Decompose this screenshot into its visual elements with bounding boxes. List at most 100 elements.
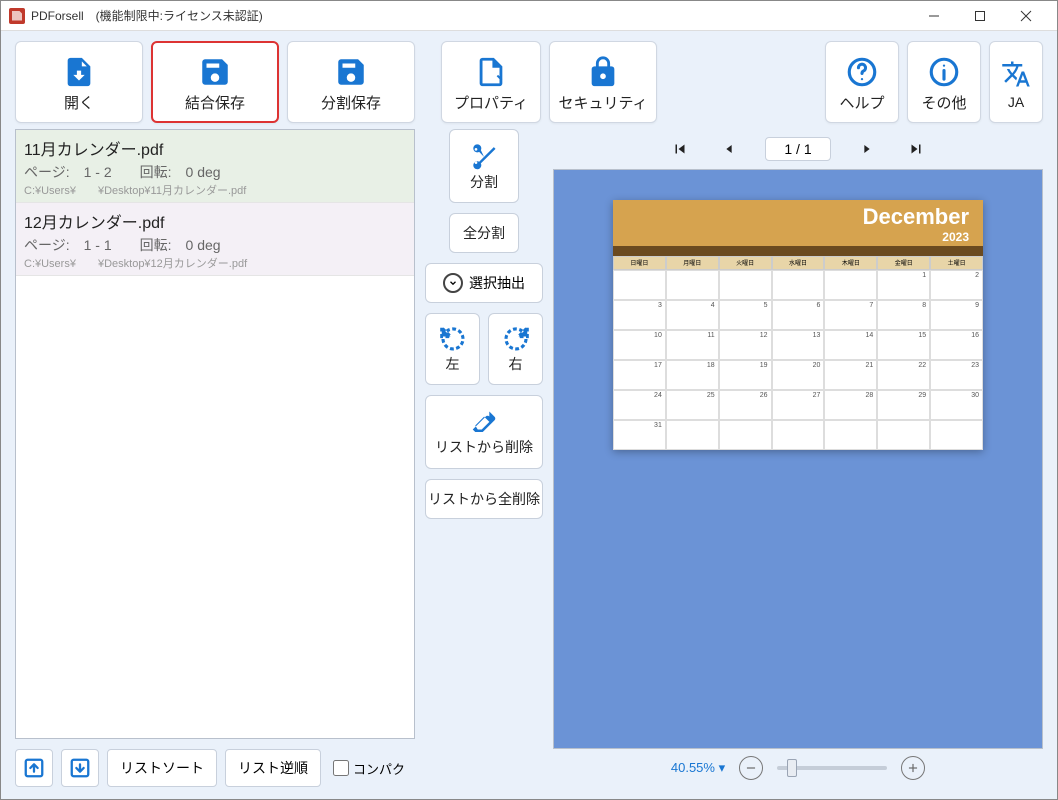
property-button[interactable]: プロパティ [441, 41, 541, 123]
calendar-cell [824, 270, 877, 300]
prev-page-button[interactable] [717, 137, 741, 161]
remove-all-button[interactable]: リストから全削除 [425, 479, 543, 519]
page-navigation: 1 / 1 [553, 129, 1043, 169]
remove-all-label: リストから全削除 [428, 489, 540, 509]
calendar-cell [719, 420, 772, 450]
lock-icon [586, 54, 620, 90]
calendar-cell: 4 [666, 300, 719, 330]
translate-icon [1001, 56, 1031, 92]
calendar-cell: 14 [824, 330, 877, 360]
file-item[interactable]: 11月カレンダー.pdf ページ: 1 - 2 回転: 0 deg C:¥Use… [16, 130, 414, 203]
calendar-header: December 2023 [613, 200, 983, 246]
calendar-month: December [627, 204, 969, 230]
help-label: ヘルプ [839, 92, 884, 113]
move-up-button[interactable] [15, 749, 53, 787]
calendar-cell [666, 270, 719, 300]
last-page-button[interactable] [903, 136, 929, 162]
calendar-year: 2023 [627, 230, 969, 244]
remove-from-list-button[interactable]: リストから削除 [425, 395, 543, 469]
titlebar: PDForsell (機能制限中:ライセンス未認証) [1, 1, 1057, 31]
next-page-button[interactable] [855, 137, 879, 161]
rotate-left-label: 左 [446, 354, 460, 374]
calendar-cell: 9 [930, 300, 983, 330]
file-name: 12月カレンダー.pdf [24, 209, 406, 233]
rotate-left-icon [438, 324, 468, 354]
file-path: C:¥Users¥ ¥Desktop¥12月カレンダー.pdf [24, 255, 406, 271]
calendar-day-header: 木曜日 [824, 256, 877, 270]
merge-save-button[interactable]: 結合保存 [151, 41, 279, 123]
app-icon [9, 8, 25, 24]
compact-checkbox[interactable]: コンパク [333, 759, 405, 778]
list-sort-button[interactable]: リストソート [107, 749, 217, 787]
calendar-cell: 7 [824, 300, 877, 330]
calendar-cell: 5 [719, 300, 772, 330]
calendar-cell: 31 [613, 420, 666, 450]
split-label: 分割 [470, 172, 498, 192]
zoom-out-button[interactable] [739, 756, 763, 780]
help-button[interactable]: ヘルプ [825, 41, 899, 123]
first-page-button[interactable] [667, 136, 693, 162]
rotate-left-button[interactable]: 左 [425, 313, 480, 385]
calendar-day-header: 月曜日 [666, 256, 719, 270]
close-button[interactable] [1003, 1, 1049, 31]
calendar-cell [824, 420, 877, 450]
preview-pane[interactable]: December 2023 日曜日月曜日火曜日水曜日木曜日金曜日土曜日12345… [553, 169, 1043, 749]
calendar-cell: 21 [824, 360, 877, 390]
select-extract-label: 選択抽出 [469, 273, 525, 293]
zoom-slider[interactable] [777, 766, 887, 770]
zoom-value[interactable]: 40.55% ▾ [671, 760, 725, 776]
calendar-cell: 23 [930, 360, 983, 390]
rotate-right-icon [501, 324, 531, 354]
zoom-slider-thumb[interactable] [787, 759, 797, 777]
calendar-cell: 29 [877, 390, 930, 420]
other-button[interactable]: その他 [907, 41, 981, 123]
calendar-cell: 25 [666, 390, 719, 420]
calendar-cell: 15 [877, 330, 930, 360]
calendar-day-header: 土曜日 [930, 256, 983, 270]
calendar-cell: 22 [877, 360, 930, 390]
calendar-day-header: 金曜日 [877, 256, 930, 270]
calendar-cell: 18 [666, 360, 719, 390]
calendar-cell [772, 420, 825, 450]
calendar-day-header: 日曜日 [613, 256, 666, 270]
save-icon [198, 54, 232, 90]
eraser-icon [469, 407, 499, 437]
rotate-right-button[interactable]: 右 [488, 313, 543, 385]
preview-page: December 2023 日曜日月曜日火曜日水曜日木曜日金曜日土曜日12345… [613, 200, 983, 450]
zoom-in-button[interactable] [901, 756, 925, 780]
calendar-cell: 16 [930, 330, 983, 360]
open-button[interactable]: 開く [15, 41, 143, 123]
maximize-button[interactable] [957, 1, 1003, 31]
page-number-input[interactable]: 1 / 1 [765, 137, 830, 161]
calendar-cell: 3 [613, 300, 666, 330]
split-all-button[interactable]: 全分割 [449, 213, 519, 253]
calendar-cell: 27 [772, 390, 825, 420]
window-title: PDForsell (機能制限中:ライセンス未認証) [31, 7, 263, 24]
calendar-cell: 20 [772, 360, 825, 390]
minimize-button[interactable] [911, 1, 957, 31]
other-label: その他 [921, 92, 966, 113]
file-list[interactable]: 11月カレンダー.pdf ページ: 1 - 2 回転: 0 deg C:¥Use… [15, 129, 415, 739]
chevron-down-icon [443, 273, 463, 293]
remove-label: リストから削除 [435, 437, 533, 457]
security-button[interactable]: セキュリティ [549, 41, 657, 123]
split-save-label: 分割保存 [321, 92, 381, 113]
move-down-button[interactable] [61, 749, 99, 787]
save-split-icon [334, 54, 368, 90]
language-label: JA [1008, 94, 1024, 110]
rotate-right-label: 右 [509, 354, 523, 374]
file-open-icon [62, 54, 96, 90]
language-button[interactable]: JA [989, 41, 1043, 123]
split-button[interactable]: 分割 [449, 129, 519, 203]
calendar-grid: 日曜日月曜日火曜日水曜日木曜日金曜日土曜日1234567891011121314… [613, 256, 983, 450]
calendar-cell: 26 [719, 390, 772, 420]
calendar-cell: 12 [719, 330, 772, 360]
split-save-button[interactable]: 分割保存 [287, 41, 415, 123]
file-name: 11月カレンダー.pdf [24, 136, 406, 160]
list-reverse-button[interactable]: リスト逆順 [225, 749, 321, 787]
file-item[interactable]: 12月カレンダー.pdf ページ: 1 - 1 回転: 0 deg C:¥Use… [16, 203, 414, 276]
calendar-cell [772, 270, 825, 300]
calendar-strip [613, 246, 983, 256]
select-extract-button[interactable]: 選択抽出 [425, 263, 543, 303]
compact-checkbox-input[interactable] [333, 760, 349, 776]
